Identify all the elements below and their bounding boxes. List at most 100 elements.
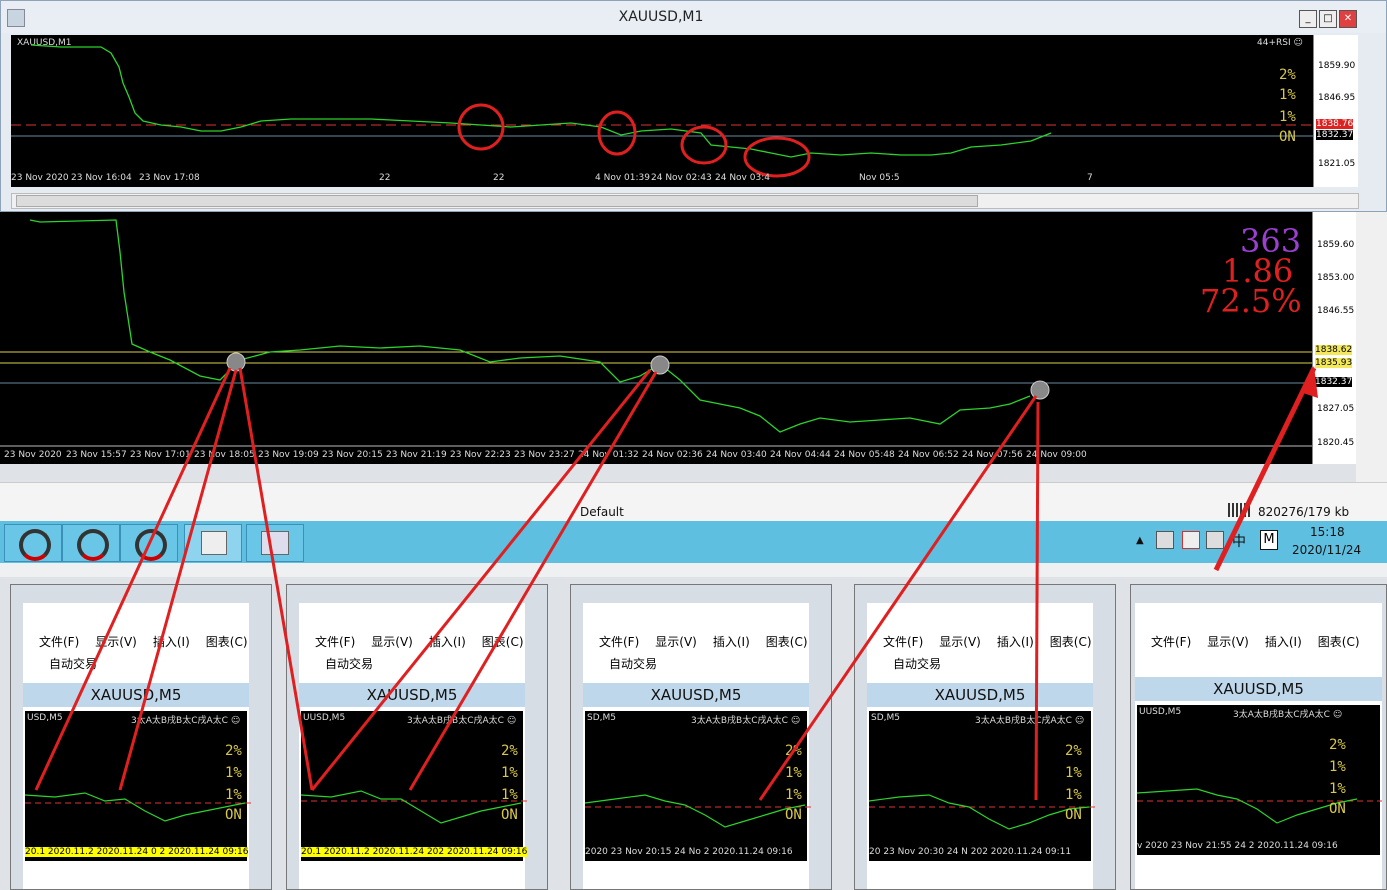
menu-file[interactable]: 文件(F) [1151,635,1191,649]
auto-trade-button[interactable]: 自动交易 [325,657,373,671]
level-on: ON [1279,129,1296,145]
level-label: 2% [1065,743,1082,759]
auto-trade-button[interactable]: 自动交易 [609,657,657,671]
menu-view[interactable]: 显示(V) [1207,635,1249,649]
taskbar-app-3[interactable] [120,524,178,562]
x-tick: 22 [379,173,391,183]
signal-bars-icon [1228,503,1252,517]
menu-insert[interactable]: 插入(I) [1265,635,1302,649]
price-tick: 1859.90 [1318,61,1356,71]
chart-window-title: XAUUSD,M5 [23,683,249,707]
level-label: 1% [1065,765,1082,781]
ime-mode-icon[interactable]: M [1260,530,1278,550]
minimize-button[interactable]: _ [1299,10,1317,28]
lower-price-scale: 1859.60 1853.00 1846.55 1838.62 1835.93 … [1312,212,1357,464]
menu-chart[interactable]: 图表(C) [1050,635,1092,649]
menu-bar: 文件(F) 显示(V) 插入(I) 图表(C) [299,633,525,655]
x-tick: 23 Nov 22:23 [450,450,511,460]
close-button[interactable]: ✕ [1339,10,1357,28]
menu-insert[interactable]: 插入(I) [713,635,750,649]
level-label: ON [1329,801,1346,817]
menu-insert[interactable]: 插入(I) [153,635,190,649]
m1-price-svg [11,44,1313,178]
price-tick: 1820.45 [1317,438,1355,448]
network-icon[interactable] [1156,531,1174,549]
menu-chart[interactable]: 图表(C) [206,635,248,649]
mini-window-4: 文件(F) 显示(V) 插入(I) 图表(C) 自动交易 XAUUSD,M5 SD,M… [854,584,1116,890]
taskbar: ▲ 中 M 15:18 2020/11/24 [0,521,1387,563]
price-tick: 1846.55 [1317,306,1355,316]
x-tick: 24 Nov 02:36 [642,450,703,460]
menu-insert[interactable]: 插入(I) [429,635,466,649]
menu-insert[interactable]: 插入(I) [997,635,1034,649]
chart-window-title: XAUUSD,M5 [1135,677,1382,701]
mini-window-2: 文件(F) 显示(V) 插入(I) 图表(C) 自动交易 XAUUSD,M5 UUSD… [286,584,548,890]
action-center-icon[interactable] [1182,531,1200,549]
taskbar-chart-app[interactable] [246,524,304,562]
x-tick: 24 Nov 03:40 [706,450,767,460]
x-tick: 24 Nov 07:56 [962,450,1023,460]
menu-file[interactable]: 文件(F) [315,635,355,649]
taskbar-app-1[interactable] [4,524,62,562]
menu-chart[interactable]: 图表(C) [482,635,524,649]
lower-scroll-strip[interactable] [0,563,1387,577]
taskbar-remote-desktop[interactable] [184,524,242,562]
mini-chart[interactable]: SD,M5 3太A太B戌B太C戌A太C ☺ 2% 1% 1% ON 2020 2… [585,711,811,861]
menu-file[interactable]: 文件(F) [599,635,639,649]
mini-price-svg [869,794,1095,830]
mini-window-body: 文件(F) 显示(V) 插入(I) 图表(C) 自动交易 XAUUSD,M5 SD,M… [867,603,1095,889]
menu-file[interactable]: 文件(F) [39,635,79,649]
date-strip: 20.1 2020.11.2 2020.11.24 0 2 2020.11.24… [25,847,249,857]
menu-bar: 文件(F) 显示(V) 插入(I) 图表(C) [1135,633,1382,655]
ime-indicator[interactable]: 中 [1232,531,1246,551]
x-tick: 22 [493,173,505,183]
right-scroll-strip[interactable] [1356,212,1387,482]
m1-chart-area[interactable]: XAUUSD,M1 44+RSI ☺ 2% 1% 1% ON 23 Nov 20… [11,35,1313,187]
m1-price-scale: 1859.90 1846.95 1838.76 1832.37 1821.05 [1313,35,1358,187]
mini-chart[interactable]: UUSD,M5 3太A太B戌B太C戌A太C ☺ 2% 1% 1% ON 20.1… [301,711,528,861]
date-strip: v 2020 23 Nov 21:55 24 2 2020.11.24 09:1… [1137,841,1338,851]
auto-trade-button[interactable]: 自动交易 [893,657,941,671]
auto-trade-button[interactable]: 自动交易 [49,657,97,671]
lower-chart-area[interactable]: 363 1.86 72.5% 23 Nov 2020 23 Nov 15:57 … [0,212,1312,464]
menu-chart[interactable]: 图表(C) [766,635,808,649]
mini-window-body: 文件(F) 显示(V) 插入(I) 图表(C) 自动交易 XAUUSD,M5 SD,M… [583,603,811,889]
status-traffic: 820276/179 kb [1258,505,1350,519]
x-tick: Nov 05:5 [859,173,900,183]
price-tick-level: 1838.62 [1315,345,1353,355]
horizontal-scrollbar[interactable] [11,193,1359,209]
clock-time[interactable]: 15:18 [1310,525,1345,539]
menu-bar: 文件(F) 显示(V) 插入(I) 图表(C) [867,633,1093,655]
menu-file[interactable]: 文件(F) [883,635,923,649]
level-label: 2% [785,743,802,759]
mini-chart[interactable]: USD,M5 3太A太B戌B太C戌A太C ☺ 2% 1% 1% ON 20.1 … [25,711,251,861]
volume-muted-icon[interactable] [1206,531,1224,549]
price-tick-level: 1835.93 [1315,358,1353,368]
mini-chart[interactable]: SD,M5 3太A太B戌B太C戌A太C ☺ 2% 1% 1% ON 20 23 … [869,711,1095,861]
mini-window-body: 文件(F) 显示(V) 插入(I) 图表(C) XAUUSD,M5 UUSD,M5 3… [1135,603,1382,889]
scrollbar-thumb[interactable] [16,195,978,207]
taskbar-app-2[interactable] [62,524,120,562]
status-bar: Default 820276/179 kb [0,482,1387,522]
menu-view[interactable]: 显示(V) [655,635,697,649]
mini-price-svg [25,792,251,822]
price-tick: 1853.00 [1317,273,1355,283]
menu-view[interactable]: 显示(V) [939,635,981,649]
x-tick: 7 [1087,173,1093,183]
level-label: 2% [501,743,518,759]
x-tick: 23 Nov 20:15 [322,450,383,460]
mini-price-svg [301,790,527,824]
menu-chart[interactable]: 图表(C) [1318,635,1360,649]
tray-expand-icon[interactable]: ▲ [1136,535,1144,546]
mt4-ring-icon [77,529,109,561]
maximize-button[interactable]: □ [1319,10,1337,28]
date-strip: 20.1 2020.11.2 2020.11.24 202 2020.11.24… [301,847,528,857]
mini-price-svg [585,794,811,828]
level-label: ON [785,807,802,823]
menu-view[interactable]: 显示(V) [371,635,413,649]
clock-date[interactable]: 2020/11/24 [1292,543,1361,557]
menu-view[interactable]: 显示(V) [95,635,137,649]
x-tick: 24 Nov 04:44 [770,450,831,460]
status-profile: Default [580,505,624,519]
mini-chart[interactable]: UUSD,M5 3太A太B戌B太C戌A太C ☺ 2% 1% 1% ON v 20… [1137,705,1382,855]
